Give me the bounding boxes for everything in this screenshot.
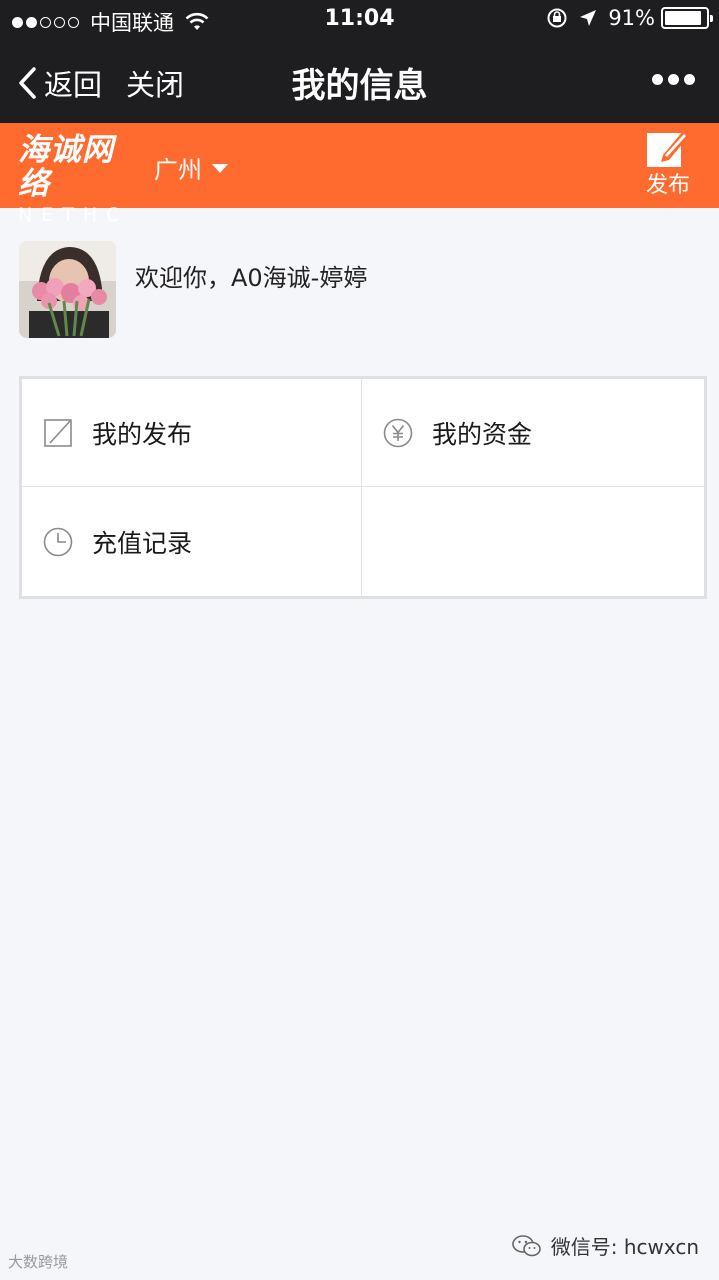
my-posts-button[interactable]: 我的发布	[22, 379, 362, 487]
page-title: 我的信息	[291, 66, 428, 106]
menu-item-label: 充值记录	[92, 528, 193, 558]
avatar[interactable]	[19, 241, 116, 338]
welcome-text: 欢迎你，A0海诚-婷婷	[135, 264, 368, 292]
more-options-icon[interactable]	[647, 74, 695, 85]
battery-icon	[661, 7, 713, 29]
status-right: 91%	[546, 6, 713, 30]
my-funds-button[interactable]: 我的资金	[362, 379, 704, 487]
watermark-left: 大数跨境	[8, 1251, 68, 1272]
city-label: 广州	[154, 156, 202, 184]
recharge-history-button[interactable]: 充值记录	[22, 487, 362, 596]
watermark-right-text: 微信号: hcwxcn	[550, 1235, 699, 1259]
logo-text-cn: 海诚网络	[18, 132, 114, 202]
status-bar: 中国联通 11:04 91%	[0, 0, 719, 40]
publish-button[interactable]: 发布	[643, 125, 693, 199]
city-selector[interactable]: 广州	[154, 150, 228, 185]
location-arrow-icon	[580, 10, 597, 26]
edit-icon	[647, 131, 689, 167]
watermark-right: 微信号: hcwxcn	[511, 1231, 699, 1260]
publish-label: 发布	[645, 173, 690, 198]
edit-square-icon	[44, 418, 72, 447]
battery-percent: 91%	[608, 6, 655, 30]
nav-bar: 返回 关闭 我的信息	[0, 40, 719, 123]
site-header: 海诚网络 NETHC 广州 发布	[0, 123, 719, 226]
battery-fill	[665, 11, 701, 25]
watermark-left-text: 大数跨境	[8, 1253, 69, 1271]
clock-icon	[43, 527, 73, 556]
avatar-image	[19, 241, 116, 338]
yen-circle-icon	[383, 418, 413, 447]
menu-item-label: 我的发布	[92, 419, 193, 449]
menu-grid: 我的发布 我的资金 充值记录	[19, 376, 707, 599]
menu-item-label: 我的资金	[432, 419, 533, 449]
wechat-icon	[511, 1234, 541, 1256]
rotation-lock-icon	[547, 8, 567, 28]
user-profile-section: 欢迎你，A0海诚-婷婷	[0, 208, 719, 368]
empty-menu-cell	[362, 487, 704, 596]
caret-down-icon	[212, 164, 228, 173]
